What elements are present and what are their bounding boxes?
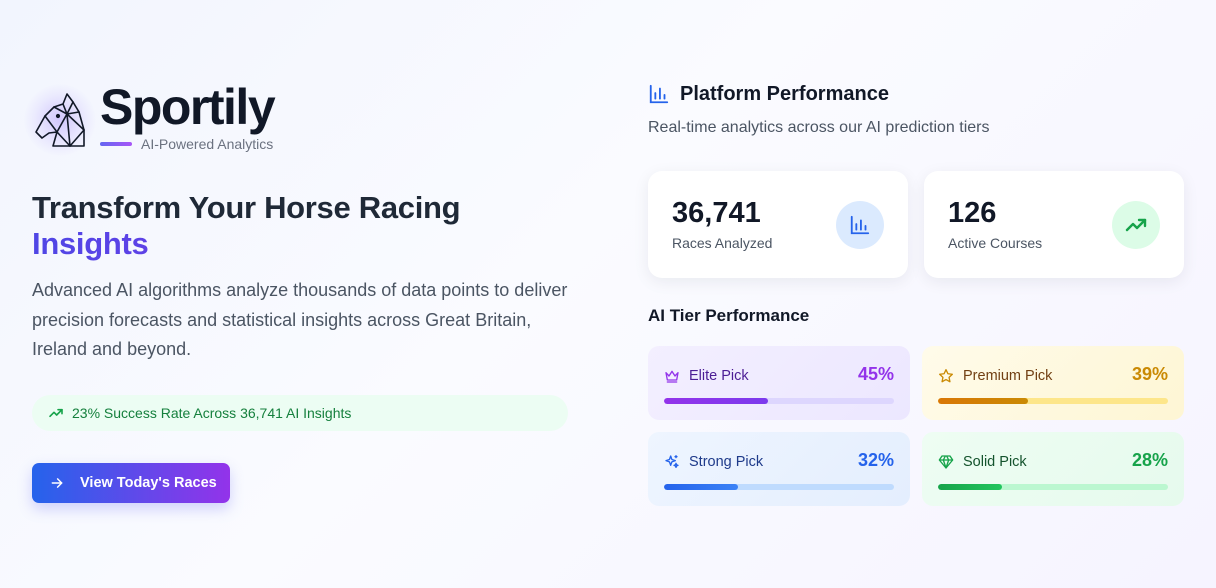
hero-headline: Transform Your Horse Racing Insights [32,190,572,262]
tier-progress-fill [938,398,1028,404]
brand-subtitle: AI-Powered Analytics [100,136,274,152]
headline-accent: Insights [32,226,572,262]
performance-title: Platform Performance [648,82,1184,106]
view-todays-races-button[interactable]: View Today's Races [32,462,230,503]
tier-progress-fill [664,484,738,490]
tier-progress-track [664,484,894,490]
performance-subtitle: Real-time analytics across our AI predic… [648,119,990,136]
trending-up-icon [1112,201,1160,249]
tier-card-strong: Strong Pick 32% [648,432,910,506]
tier-progress-track [938,398,1168,404]
tier-performance-title: AI Tier Performance [648,306,810,325]
tier-card-premium: Premium Pick 39% [922,346,1184,420]
tier-percentage: 32% [857,450,894,470]
star-icon [939,369,953,383]
tier-name: Premium Pick [963,368,1053,384]
gem-icon [938,455,954,469]
stat-card-active-courses: 126 Active Courses [924,171,1184,278]
success-rate-text: 23% Success Rate Across 36,741 AI Insigh… [72,404,352,421]
tier-progress-track [938,484,1168,490]
success-rate-banner: 23% Success Rate Across 36,741 AI Insigh… [32,394,568,431]
tier-name: Elite Pick [689,368,749,384]
brand-name: Sportily [100,79,276,135]
arrow-right-icon [51,477,63,488]
performance-title-text: Platform Performance [680,82,889,105]
hero-section: Sportily AI-Powered Analytics Transform … [24,78,572,503]
horse-logo-icon [24,84,96,156]
brand-tagline: AI-Powered Analytics [141,136,274,152]
stat-card-races-analyzed: 36,741 Races Analyzed [648,171,908,278]
hero-description: Advanced AI algorithms analyze thousands… [32,280,568,359]
tier-progress-fill [938,484,1003,490]
tier-percentage: 39% [1131,364,1168,384]
brand-block: Sportily AI-Powered Analytics [100,78,276,152]
crown-icon [665,370,679,383]
tier-percentage: 28% [1131,450,1168,470]
brand-accent-bar [100,142,132,146]
sparkles-icon [665,455,679,468]
tier-name: Solid Pick [963,454,1027,470]
tier-name: Strong Pick [689,454,764,470]
tier-progress-track [664,398,894,404]
bar-chart-icon [836,201,884,249]
brand-header: Sportily AI-Powered Analytics [24,78,572,158]
stats-row: 36,741 Races Analyzed 126 Active Courses [648,171,1184,278]
tier-grid: Elite Pick 45% Premium Pick 39% Strong P… [648,346,1184,506]
tier-progress-fill [664,398,768,404]
bar-chart-icon [649,84,669,104]
headline-text: Transform Your Horse Racing [32,190,461,225]
tier-card-elite: Elite Pick 45% [648,346,910,420]
trending-up-icon [49,408,63,417]
tier-card-solid: Solid Pick 28% [922,432,1184,506]
platform-performance-panel: Platform Performance Real-time analytics… [648,82,1184,506]
tier-percentage: 45% [857,364,894,384]
cta-label: View Today's Races [80,474,217,491]
